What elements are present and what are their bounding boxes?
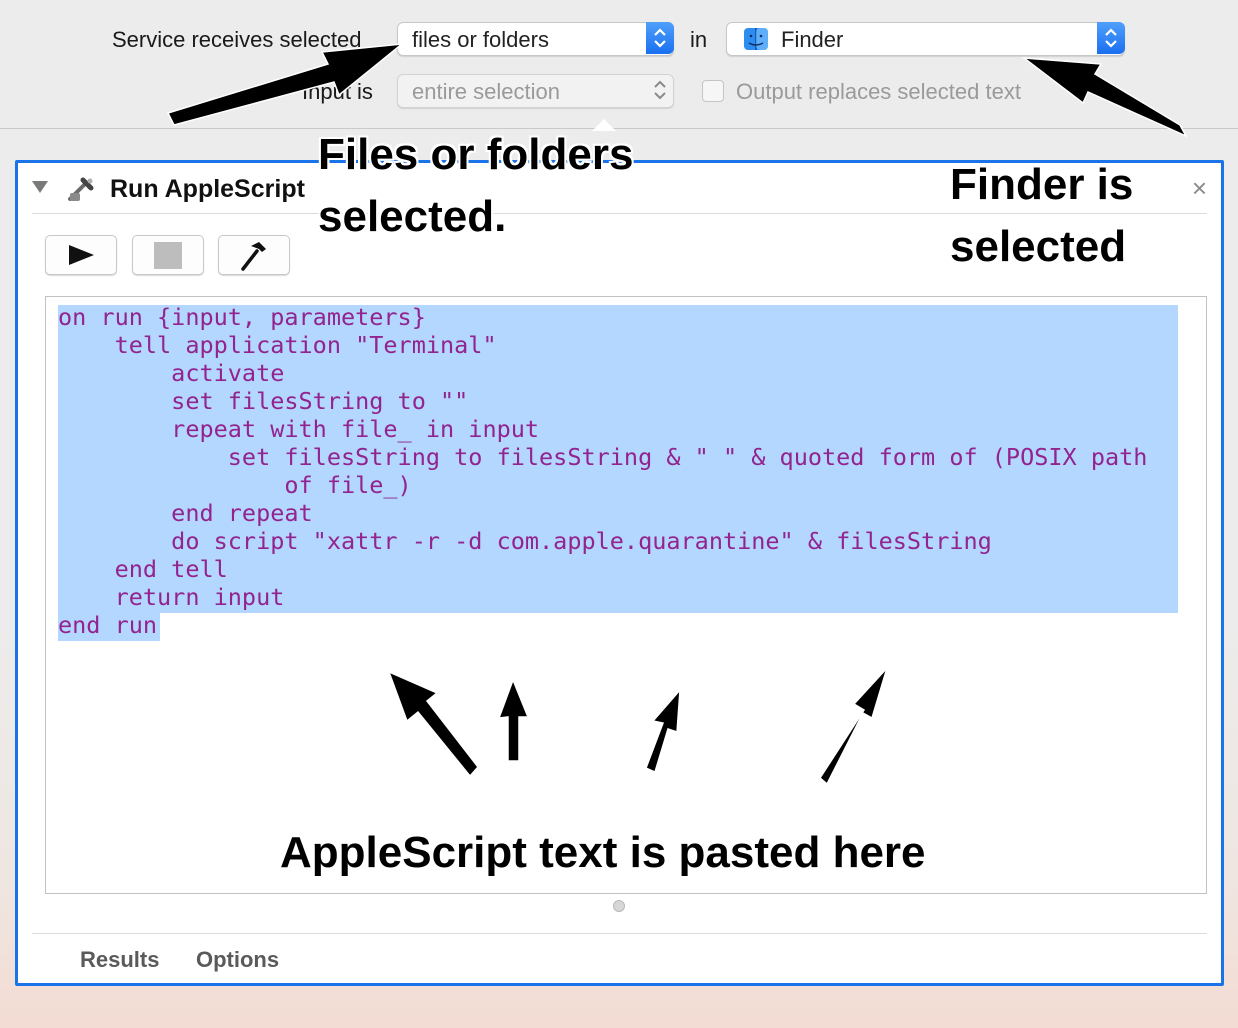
- script-line: repeat with file_ in input: [58, 415, 540, 443]
- finder-annotation: Finder is selected: [950, 154, 1133, 277]
- resize-handle[interactable]: [613, 900, 625, 912]
- script-line: end run: [58, 611, 158, 639]
- play-icon: [69, 245, 94, 265]
- action-title: Run AppleScript: [110, 175, 305, 203]
- input-is-popup[interactable]: entire selection: [397, 74, 674, 108]
- output-replaces-checkbox[interactable]: [702, 80, 724, 102]
- annotation-line: selected.: [318, 191, 507, 241]
- disclosure-triangle-icon[interactable]: [32, 181, 48, 193]
- receives-type-popup[interactable]: files or folders: [397, 22, 674, 56]
- tab-options[interactable]: Options: [196, 947, 279, 973]
- stop-icon: [154, 242, 182, 269]
- files-annotation: Files or folders selected.: [318, 124, 633, 247]
- receives-type-value: files or folders: [412, 27, 549, 52]
- run-button[interactable]: [45, 235, 117, 275]
- divider: [32, 933, 1207, 934]
- input-is-value: entire selection: [412, 79, 560, 104]
- script-line: set filesString to "": [58, 387, 469, 415]
- popup-stepper-icon: [646, 74, 674, 106]
- application-value: Finder: [781, 27, 844, 52]
- script-line: end tell: [58, 555, 228, 583]
- annotation-line: Finder is: [950, 160, 1134, 209]
- script-editor[interactable]: on run {input, parameters} tell applicat…: [45, 296, 1207, 894]
- script-line: set filesString to filesString & " " & q…: [58, 443, 1148, 471]
- application-popup[interactable]: Finder: [726, 22, 1125, 56]
- script-line: return input: [58, 583, 285, 611]
- script-line: end repeat: [58, 499, 313, 527]
- applescript-icon: [66, 175, 96, 210]
- annotation-line: Files or folders: [318, 130, 634, 179]
- service-receives-label: Service receives selected: [112, 27, 362, 52]
- output-replaces-label: Output replaces selected text: [736, 79, 1021, 104]
- script-line: do script "xattr -r -d com.apple.quarant…: [58, 527, 992, 555]
- in-label: in: [690, 27, 708, 52]
- stop-button[interactable]: [132, 235, 204, 275]
- annotation-line: selected: [950, 221, 1127, 271]
- finder-icon: [743, 27, 769, 57]
- service-settings-bar: Service receives selected files or folde…: [0, 0, 1238, 131]
- script-line: activate: [58, 359, 285, 387]
- tab-results[interactable]: Results: [80, 947, 159, 973]
- script-line: on run {input, parameters}: [58, 303, 426, 331]
- script-line: of file_): [58, 471, 412, 499]
- close-icon[interactable]: ×: [1192, 173, 1207, 204]
- popup-stepper-icon: [1097, 22, 1125, 54]
- compile-button[interactable]: [218, 235, 290, 275]
- hammer-icon: [241, 242, 266, 271]
- input-is-label: Input is: [302, 79, 373, 104]
- script-code: on run {input, parameters} tell applicat…: [58, 303, 1147, 639]
- script-line: tell application "Terminal": [58, 331, 497, 359]
- pasted-annotation: AppleScript text is pasted here: [280, 828, 926, 877]
- popup-stepper-icon: [646, 22, 674, 54]
